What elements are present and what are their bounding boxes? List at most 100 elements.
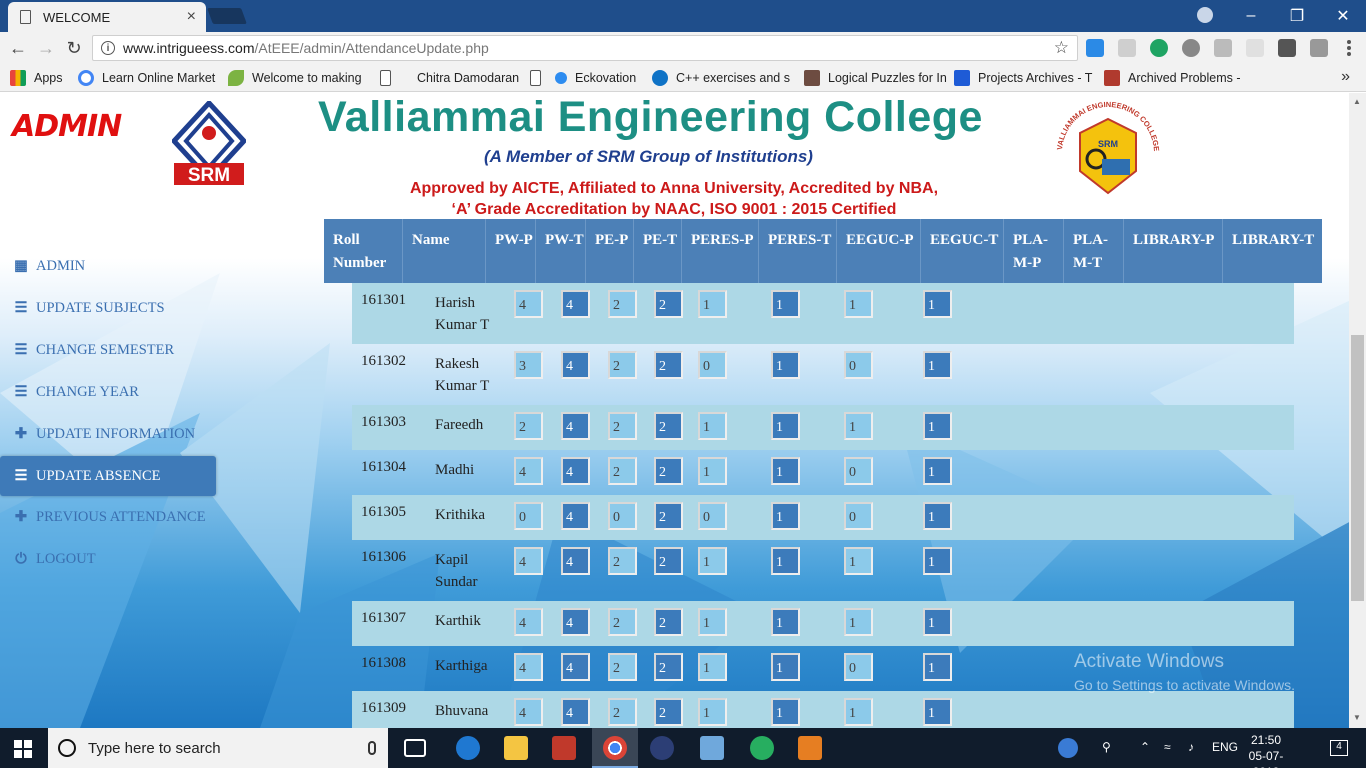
attendance-input-peres-p[interactable] (698, 547, 727, 575)
atom-icon[interactable] (750, 736, 774, 760)
attendance-input-pw-t[interactable] (561, 608, 590, 636)
attendance-input-pe-t[interactable] (654, 698, 683, 726)
bookmark-item[interactable]: Projects Archives - T (954, 70, 1092, 86)
attendance-input-pe-t[interactable] (654, 457, 683, 485)
attendance-input-peres-p[interactable] (698, 653, 727, 681)
attendance-input-eeguc-p[interactable] (844, 457, 873, 485)
attendance-input-pw-p[interactable] (514, 502, 543, 530)
attendance-input-pw-p[interactable] (514, 653, 543, 681)
attendance-input-eeguc-p[interactable] (844, 608, 873, 636)
attendance-input-pw-t[interactable] (561, 457, 590, 485)
attendance-input-peres-t[interactable] (771, 698, 800, 726)
system-clock[interactable]: 21:50 05-07-2018 (1236, 732, 1296, 768)
attendance-input-eeguc-t[interactable] (923, 698, 952, 726)
extension-icon[interactable] (1086, 39, 1104, 57)
attendance-input-peres-p[interactable] (698, 351, 727, 379)
sidebar-item-logout[interactable]: ⏻ LOGOUT (0, 538, 216, 580)
bookmark-item[interactable]: Archived Problems - (1104, 70, 1241, 86)
windows-start-icon[interactable] (14, 740, 32, 758)
attendance-input-eeguc-p[interactable] (844, 698, 873, 726)
eclipse-icon[interactable] (650, 736, 674, 760)
attendance-input-pw-t[interactable] (561, 653, 590, 681)
bookmark-star-icon[interactable]: ☆ (1054, 38, 1069, 58)
wifi-icon[interactable]: ≈ (1164, 740, 1171, 754)
attendance-input-pw-t[interactable] (561, 351, 590, 379)
attendance-input-pw-t[interactable] (561, 547, 590, 575)
pdf-extension-icon[interactable] (1214, 39, 1232, 57)
attendance-input-peres-t[interactable] (771, 547, 800, 575)
attendance-input-peres-p[interactable] (698, 698, 727, 726)
bookmark-item[interactable]: Chitra Damodaran (380, 70, 519, 86)
attendance-input-pw-p[interactable] (514, 290, 543, 318)
attendance-input-peres-p[interactable] (698, 502, 727, 530)
page-scrollbar[interactable]: ▲ ▼ (1349, 93, 1366, 728)
attendance-input-pw-p[interactable] (514, 608, 543, 636)
attendance-input-pe-t[interactable] (654, 502, 683, 530)
file-explorer-icon[interactable] (504, 736, 528, 760)
attendance-input-eeguc-t[interactable] (923, 653, 952, 681)
people-icon[interactable]: ⚲ (1102, 740, 1111, 754)
app-icon[interactable] (552, 736, 576, 760)
attendance-input-eeguc-p[interactable] (844, 290, 873, 318)
edge-icon[interactable] (456, 736, 480, 760)
sidebar-item-admin[interactable]: ▦ ADMIN (0, 245, 216, 287)
bookmark-item[interactable]: Logical Puzzles for In (804, 70, 947, 86)
attendance-input-pe-p[interactable] (608, 547, 637, 575)
bookmark-item[interactable]: Apps (10, 70, 63, 86)
attendance-input-peres-p[interactable] (698, 412, 727, 440)
task-view-icon[interactable] (404, 739, 426, 757)
attendance-input-eeguc-p[interactable] (844, 412, 873, 440)
attendance-input-peres-t[interactable] (771, 502, 800, 530)
attendance-input-peres-t[interactable] (771, 653, 800, 681)
attendance-input-eeguc-t[interactable] (923, 547, 952, 575)
notification-extension-icon[interactable] (1278, 39, 1296, 57)
attendance-input-peres-p[interactable] (698, 608, 727, 636)
taskbar-search-box[interactable]: Type here to search (48, 728, 388, 768)
attendance-input-pe-t[interactable] (654, 608, 683, 636)
sidebar-item-change-year[interactable]: ☰ CHANGE YEAR (0, 371, 216, 413)
info-icon[interactable]: i (101, 41, 115, 55)
attendance-input-eeguc-t[interactable] (923, 457, 952, 485)
chrome-icon[interactable] (603, 736, 627, 760)
attendance-input-eeguc-t[interactable] (923, 290, 952, 318)
forward-arrow-icon[interactable]: → (34, 36, 58, 60)
eye-extension-icon[interactable] (1182, 39, 1200, 57)
sidebar-item-change-semester[interactable]: ☰ CHANGE SEMESTER (0, 329, 216, 371)
scroll-thumb[interactable] (1351, 335, 1364, 601)
attendance-input-pw-t[interactable] (561, 412, 590, 440)
attendance-input-pe-t[interactable] (654, 547, 683, 575)
bookmarks-more-icon[interactable]: » (1341, 68, 1350, 86)
extension-puzzle-icon[interactable] (1310, 39, 1328, 57)
attendance-input-pe-t[interactable] (654, 653, 683, 681)
attendance-input-pw-t[interactable] (561, 502, 590, 530)
help-icon[interactable] (1058, 738, 1078, 758)
attendance-input-peres-t[interactable] (771, 412, 800, 440)
attendance-input-eeguc-t[interactable] (923, 502, 952, 530)
attendance-input-peres-p[interactable] (698, 457, 727, 485)
php-extension-icon[interactable] (1246, 39, 1264, 57)
microphone-icon[interactable] (368, 741, 376, 755)
attendance-input-pe-p[interactable] (608, 698, 637, 726)
attendance-input-pw-t[interactable] (561, 290, 590, 318)
close-window-icon[interactable]: ✕ (1320, 0, 1366, 32)
grammarly-icon[interactable] (1150, 39, 1168, 57)
attendance-input-eeguc-p[interactable] (844, 547, 873, 575)
attendance-input-pw-p[interactable] (514, 698, 543, 726)
tray-chevron-icon[interactable]: ⌃ (1140, 740, 1150, 754)
browser-tab[interactable]: WELCOME × (8, 2, 206, 32)
sidebar-item-previous-attendance[interactable]: ✚ PREVIOUS ATTENDANCE (0, 496, 216, 538)
attendance-input-eeguc-p[interactable] (844, 502, 873, 530)
attendance-input-peres-t[interactable] (771, 351, 800, 379)
bookmark-item[interactable]: C++ exercises and s (652, 70, 790, 86)
tab-close-icon[interactable]: × (187, 8, 196, 26)
maximize-icon[interactable]: ❐ (1274, 0, 1320, 32)
paint-icon[interactable] (798, 736, 822, 760)
sidebar-item-update-absence[interactable]: ☰ UPDATE ABSENCE (0, 456, 216, 496)
attendance-input-pw-p[interactable] (514, 412, 543, 440)
minimize-icon[interactable]: – (1228, 0, 1274, 32)
attendance-input-pe-p[interactable] (608, 412, 637, 440)
attendance-input-pw-p[interactable] (514, 351, 543, 379)
sidebar-item-update-subjects[interactable]: ☰ UPDATE SUBJECTS (0, 287, 216, 329)
attendance-input-eeguc-t[interactable] (923, 608, 952, 636)
attendance-input-peres-t[interactable] (771, 457, 800, 485)
